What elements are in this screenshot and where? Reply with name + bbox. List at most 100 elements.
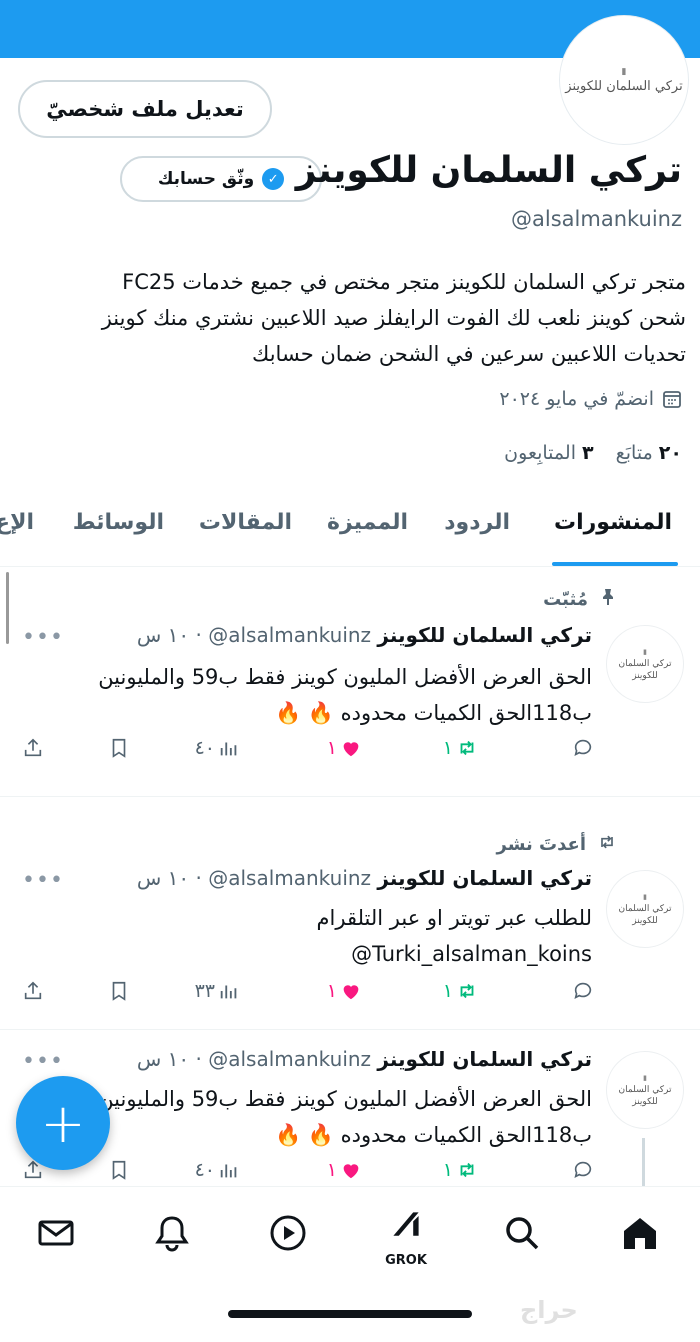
views-button[interactable]: ٤٠ [195,737,240,759]
grok-tab[interactable]: GROK [384,1203,428,1268]
verified-badge-icon: ✓ [262,168,285,190]
heart-icon [343,985,359,1000]
bookmark-button[interactable] [108,1159,130,1181]
bookmark-button[interactable] [108,737,130,759]
watermark: حراج [520,1296,578,1324]
repost-context-icon [596,832,618,857]
search-tab[interactable] [500,1211,544,1255]
post-time: ١٠ س [136,866,190,890]
home-icon [624,1218,656,1249]
like-button[interactable]: ١ [327,737,362,759]
profile-bio: متجر تركي السلمان للكوينز متجر مختص في ج… [6,264,686,372]
more-options-icon[interactable]: ••• [22,1049,64,1074]
tab-articles[interactable]: المقالات [199,510,292,535]
views-icon [220,985,237,999]
home-indicator[interactable] [228,1310,472,1318]
followers-link[interactable]: ٣ المتابِعون [504,442,593,464]
active-tab-indicator [552,562,678,566]
bio-line: شحن كوينز نلعب لك الفوت الرايفلز صيد الل… [101,306,686,330]
views-button[interactable]: ٤٠ [195,1159,240,1181]
tab-highlights[interactable]: المميزة [327,510,408,535]
bell-icon [155,1216,189,1252]
verify-label: وثّق حسابك [157,169,255,189]
share-button[interactable] [22,737,44,759]
bookmark-icon [112,981,126,1001]
views-button[interactable]: ٣٣ [195,980,240,1002]
bookmark-icon [112,1160,126,1180]
bottom-navigation: GROK [0,1186,700,1287]
share-icon [24,738,42,757]
messages-tab[interactable] [34,1211,78,1255]
profile-display-name: تركي السلمان للكوينز [295,150,682,191]
grok-icon [393,1212,419,1236]
repost-button[interactable]: ١ [443,1159,478,1181]
post-author-name[interactable]: تركي السلمان للكوينز [377,866,592,890]
post-actions: ١ ١ ٤٠ [0,1159,700,1189]
bio-line: تحديات اللاعبين سرعين في الشحن ضمان حساب… [252,342,686,366]
post-time: ١٠ س [136,1047,190,1071]
post[interactable]: أعدتَ نشر ▮ تركي السلمان للكوينز تركي الس… [0,796,700,1030]
reply-button[interactable] [569,737,594,759]
home-tab[interactable] [618,1211,662,1255]
tab-posts[interactable]: المنشورات [554,510,672,535]
like-button[interactable]: ١ [327,980,362,1002]
compose-post-button[interactable]: + [16,1076,110,1170]
post[interactable]: مُثبّت ▮ تركي السلمان للكوينز تركي السلما… [0,567,700,797]
search-icon [506,1217,539,1250]
more-options-icon[interactable]: ••• [22,625,64,650]
video-tab[interactable] [266,1211,310,1255]
tab-replies[interactable]: الردود [444,510,510,535]
post-author-name[interactable]: تركي السلمان للكوينز [377,623,592,647]
repost-icon [460,983,474,999]
calendar-icon [663,391,681,408]
edit-profile-button[interactable]: تعديل ملف شخصيّ [18,80,272,138]
views-icon [220,742,237,756]
post-avatar[interactable]: ▮ تركي السلمان للكوينز [606,870,684,948]
reply-icon [574,982,592,999]
profile-avatar[interactable]: ▮ تركي السلمان للكوينز [560,16,688,144]
heart-icon [343,742,359,757]
post-avatar[interactable]: ▮ تركي السلمان للكوينز [606,625,684,703]
post-header: تركي السلمان للكوينز @alsalmankuinz · ١٠… [136,866,592,890]
reply-icon [574,739,592,756]
post-actions: ١ ١ ٣٣ [0,980,700,1010]
post-author-handle: @alsalmankuinz [208,623,372,647]
post-text: الحق العرض الأفضل المليون كوينز فقط ب59 … [98,665,592,725]
post-avatar[interactable]: ▮ تركي السلمان للكوينز [606,1051,684,1129]
notifications-tab[interactable] [150,1211,194,1255]
share-icon [24,981,42,1000]
post-context: أعدتَ نشر [497,832,619,857]
verify-account-button[interactable]: ✓ وثّق حسابك [120,156,322,202]
reply-button[interactable] [569,980,594,1002]
repost-icon [460,1162,474,1178]
profile-tabs: المنشورات الردود المميزة المقالات الوسائ… [0,488,700,567]
repost-button[interactable]: ١ [443,737,478,759]
post-actions: ١ ١ ٤٠ [0,737,700,767]
like-button[interactable]: ١ [327,1159,362,1181]
post-author-name[interactable]: تركي السلمان للكوينز [377,1047,592,1071]
pin-icon [598,587,618,612]
post-text: للطلب عبر تويتر او عبر التلقرام Turki_al… [316,906,592,966]
tab-likes[interactable]: الإع [0,510,34,535]
reply-button[interactable] [569,1159,594,1181]
more-options-icon[interactable]: ••• [22,868,64,893]
reply-icon [574,1161,592,1178]
bio-line: متجر تركي السلمان للكوينز متجر مختص في ج… [122,270,686,294]
repost-icon [460,740,474,756]
thread-line [642,1138,645,1188]
grok-label: GROK [385,1253,427,1268]
share-button[interactable] [22,980,44,1002]
repost-button[interactable]: ١ [443,980,478,1002]
tab-media[interactable]: الوسائط [73,510,164,535]
join-date: انضمّ في مايو ٢٠٢٤ [499,388,682,410]
bookmark-button[interactable] [108,980,130,1002]
profile-handle: @alsalmankuinz [511,207,682,231]
post-header: تركي السلمان للكوينز @alsalmankuinz · ١٠… [136,623,592,647]
plus-icon: + [40,1091,86,1155]
post-time: ١٠ س [136,623,190,647]
views-icon [220,1164,237,1178]
play-icon [270,1215,306,1251]
follow-stats: ٢٠ متابَع ٣ المتابِعون [504,442,682,464]
post-author-handle: @alsalmankuinz [208,1047,372,1071]
following-link[interactable]: ٢٠ متابَع [616,442,682,464]
